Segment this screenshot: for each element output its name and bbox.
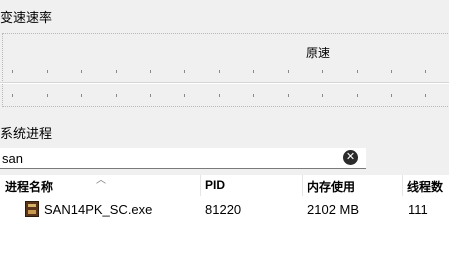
slider-tick bbox=[357, 94, 358, 97]
table-row[interactable]: SAN14PK_SC.exe 81220 2102 MB 111 bbox=[0, 199, 449, 221]
process-search-box: ✕ bbox=[0, 148, 366, 169]
sort-ascending-icon: ︿ bbox=[96, 175, 106, 186]
process-table-header: 进程名称 ︿ PID 内存使用 线程数 bbox=[0, 175, 449, 196]
slider-tick bbox=[322, 94, 323, 97]
slider-tick bbox=[184, 70, 185, 73]
slider-tick bbox=[288, 94, 289, 97]
slider-tick bbox=[12, 70, 13, 73]
slider-tick bbox=[253, 94, 254, 97]
process-search-input[interactable] bbox=[2, 148, 332, 168]
process-name: SAN14PK_SC.exe bbox=[44, 202, 153, 217]
slider-tick bbox=[357, 70, 358, 73]
column-divider[interactable] bbox=[402, 175, 403, 196]
close-circle-icon[interactable]: ✕ bbox=[343, 150, 358, 165]
slider-tick bbox=[391, 70, 392, 73]
slider-tick bbox=[322, 70, 323, 73]
process-section-title: 系统进程 bbox=[0, 126, 53, 141]
slider-tick bbox=[219, 70, 220, 73]
column-divider[interactable] bbox=[302, 175, 303, 196]
column-header-pid[interactable]: PID bbox=[205, 178, 225, 192]
slider-tick bbox=[81, 70, 82, 73]
slider-tick bbox=[150, 94, 151, 97]
speed-slider-panel bbox=[2, 33, 449, 107]
slider-tick bbox=[425, 70, 426, 73]
process-pid: 81220 bbox=[205, 202, 242, 217]
slider-tick bbox=[219, 94, 220, 97]
speed-current-label: 原速 bbox=[306, 46, 331, 60]
slider-tick bbox=[253, 70, 254, 73]
slider-tick bbox=[116, 94, 117, 97]
speed-section-title: 变速速率 bbox=[0, 10, 53, 25]
slider-tick bbox=[81, 94, 82, 97]
game-app-icon bbox=[25, 201, 39, 217]
slider-tick bbox=[116, 70, 117, 73]
slider-tick bbox=[12, 94, 13, 97]
slider-tick bbox=[391, 94, 392, 97]
slider-tick bbox=[184, 94, 185, 97]
slider-tick bbox=[288, 70, 289, 73]
slider-tick bbox=[47, 94, 48, 97]
process-memory: 2102 MB bbox=[307, 202, 360, 217]
column-header-threads[interactable]: 线程数 bbox=[407, 178, 443, 195]
process-threads: 111 bbox=[408, 202, 428, 217]
slider-tick bbox=[425, 94, 426, 97]
column-header-memory[interactable]: 内存使用 bbox=[307, 178, 355, 195]
speed-slider-track[interactable] bbox=[0, 82, 449, 84]
slider-tick bbox=[47, 70, 48, 73]
column-divider[interactable] bbox=[200, 175, 201, 196]
process-table: 进程名称 ︿ PID 内存使用 线程数 SAN14PK_SC.exe 81220… bbox=[0, 175, 449, 256]
column-header-name[interactable]: 进程名称 bbox=[5, 178, 53, 195]
slider-tick bbox=[150, 70, 151, 73]
